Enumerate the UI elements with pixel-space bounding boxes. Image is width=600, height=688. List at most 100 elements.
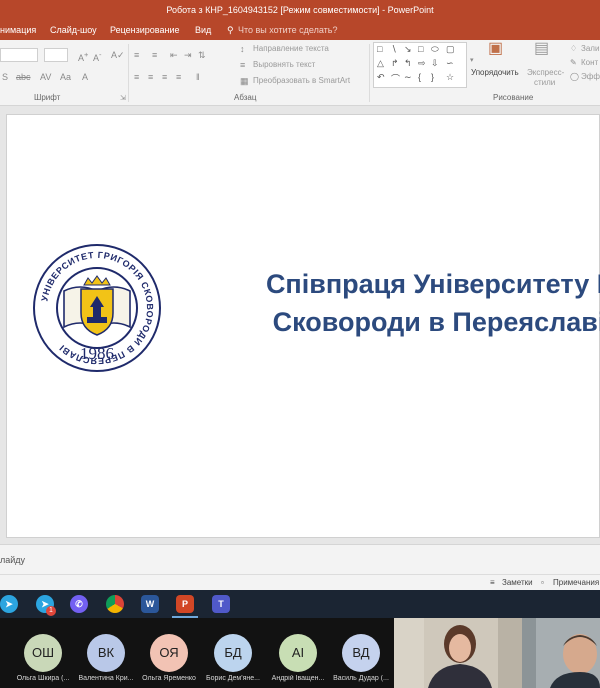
clear-format-icon[interactable]: A✓	[111, 50, 125, 60]
text-direction-button[interactable]: Направление текста	[253, 44, 329, 53]
comments-button[interactable]: Примечания	[553, 578, 599, 587]
align-left-icon[interactable]: ≡	[134, 72, 139, 82]
triangle-shape-icon[interactable]: △	[377, 58, 384, 69]
font-color-icon[interactable]: A	[82, 72, 88, 82]
lightbulb-icon: ⚲	[227, 25, 234, 35]
font-grow-icon[interactable]: A+	[78, 50, 88, 63]
participant-name: Андрій Іващен...	[271, 675, 325, 682]
quick-styles-icon[interactable]: ▤	[534, 41, 549, 57]
participant-name: Валентина Кри...	[78, 675, 134, 682]
line-spacing-icon[interactable]: ⇅	[198, 50, 206, 60]
telegram-icon[interactable]: ➤	[0, 595, 18, 613]
participant-video[interactable]	[522, 618, 600, 688]
teams-icon[interactable]: T	[212, 595, 230, 613]
windows-taskbar: ➤ ➤ 1 ✆ W P T	[0, 590, 600, 618]
notes-pane[interactable]: лайду	[0, 544, 600, 574]
notes-toggle-button[interactable]: Заметки	[502, 578, 533, 587]
participant-tile[interactable]: ВК Валентина Кри...	[75, 618, 137, 688]
window-title: Робота з КНР_1604943152 [Режим совместим…	[0, 0, 600, 20]
arrange-button[interactable]: Упорядочить	[471, 68, 519, 77]
shapes-gallery[interactable]: □ ∖ ↘ □ ⬭ ▢ △ ↱ ↰ ⇨ ⇩ ∽ ↶ ⌒ ∼ { } ☆	[373, 42, 467, 88]
justify-icon[interactable]: ≡	[176, 72, 181, 82]
align-right-icon[interactable]: ≡	[162, 72, 167, 82]
align-text-button[interactable]: Выровнять текст	[253, 60, 315, 69]
shape-fill-button[interactable]: Зали	[581, 44, 599, 53]
bullets-icon[interactable]: ≡	[134, 50, 139, 60]
outline-icon[interactable]: ✎	[570, 58, 577, 68]
change-case-icon[interactable]: Aa	[60, 72, 71, 82]
font-name-input[interactable]	[0, 48, 38, 62]
smartart-icon[interactable]: ▦	[240, 76, 249, 86]
avatar: АІ	[279, 634, 317, 672]
char-spacing-icon[interactable]: AV	[40, 72, 51, 82]
smartart-button[interactable]: Преобразовать в SmartArt	[253, 76, 350, 85]
logo-year: 1986	[80, 344, 114, 363]
participant-tile[interactable]: ОЯ Ольга Яременко	[138, 618, 200, 688]
status-bar: ≡ Заметки ▫ Примечания	[0, 574, 600, 590]
tab-view[interactable]: Вид	[195, 25, 211, 35]
chrome-icon[interactable]	[106, 595, 124, 613]
rectangle-shape-icon[interactable]: □	[418, 44, 423, 54]
align-center-icon[interactable]: ≡	[148, 72, 153, 82]
comments-icon[interactable]: ▫	[541, 578, 544, 587]
notes-toggle-icon[interactable]: ≡	[490, 578, 495, 587]
tell-me-search[interactable]: Что вы хотите сделать?	[238, 25, 338, 35]
slide-title-line2: Сковороди в Переяславі	[272, 307, 600, 337]
viber-icon[interactable]: ✆	[70, 595, 88, 613]
columns-icon[interactable]: ‖	[196, 72, 200, 82]
arrange-icon[interactable]: ▣	[488, 41, 503, 57]
avatar: ОЯ	[150, 634, 188, 672]
right-arrow-shape-icon[interactable]: ⇨	[418, 58, 426, 69]
effects-icon[interactable]: ◯	[570, 72, 579, 82]
powerpoint-icon[interactable]: P	[176, 595, 194, 613]
strikethrough-icon[interactable]: abc	[16, 72, 31, 82]
right-brace-shape-icon[interactable]: }	[431, 72, 434, 82]
participant-tile[interactable]: АІ Андрій Іващен...	[267, 618, 329, 688]
numbering-icon[interactable]: ≡	[152, 50, 157, 60]
quick-styles-label: стили	[534, 78, 556, 87]
textbox-shape-icon[interactable]: □	[377, 44, 382, 54]
notification-badge: 1	[46, 606, 56, 616]
arrow-shape-icon[interactable]: ↘	[404, 44, 412, 55]
slide-canvas[interactable]: УНІВЕРСИТЕТ ГРИГОРІЯ СКОВОРОДИ В ПЕРЕЯСЛ…	[6, 114, 600, 538]
curve-shape-icon[interactable]: ∼	[404, 72, 412, 83]
arc-shape-icon[interactable]: ⌒	[391, 72, 400, 85]
font-launcher-icon[interactable]: ⇲	[120, 94, 126, 104]
left-brace-shape-icon[interactable]: {	[418, 72, 421, 82]
tab-review[interactable]: Рецензирование	[110, 25, 180, 35]
oval-shape-icon[interactable]: ⬭	[431, 44, 439, 55]
align-text-icon[interactable]: ≡	[240, 60, 245, 70]
freeform-shape-icon[interactable]: ↶	[377, 72, 385, 83]
avatar: БД	[214, 634, 252, 672]
quick-styles-button[interactable]: Экспресс-	[527, 68, 564, 77]
star-shape-icon[interactable]: ☆	[446, 72, 454, 83]
shadow-icon[interactable]: S	[2, 72, 8, 82]
slide-title-line1: Співпраця Університету Г	[265, 269, 600, 299]
tab-slideshow[interactable]: Слайд-шоу	[50, 25, 97, 35]
word-icon[interactable]: W	[141, 595, 159, 613]
participant-tile[interactable]: ВД Василь Дудар (...	[330, 618, 392, 688]
shape-outline-button[interactable]: Конт	[581, 58, 598, 67]
fill-icon[interactable]: ♢	[570, 44, 577, 54]
font-size-input[interactable]	[44, 48, 68, 62]
line-shape-icon[interactable]: ∖	[391, 44, 397, 55]
shape-effects-button[interactable]: Эфф	[581, 72, 600, 81]
curved-connector-icon[interactable]: ↰	[404, 58, 412, 69]
notes-placeholder: лайду	[0, 555, 26, 565]
tab-animation[interactable]: нимация	[0, 25, 36, 35]
participant-tile[interactable]: ОШ Ольга Шкира (...	[12, 618, 74, 688]
font-shrink-icon[interactable]: A-	[93, 50, 102, 63]
text-direction-icon[interactable]: ↕	[240, 44, 245, 54]
rounded-rect-shape-icon[interactable]: ▢	[446, 44, 455, 55]
shapes-more-icon[interactable]: ▾	[470, 56, 474, 66]
slide-workspace: УНІВЕРСИТЕТ ГРИГОРІЯ СКОВОРОДИ В ПЕРЕЯСЛ…	[0, 106, 600, 544]
elbow-connector-icon[interactable]: ↱	[391, 58, 399, 69]
decrease-indent-icon[interactable]: ⇤	[170, 50, 178, 60]
increase-indent-icon[interactable]: ⇥	[184, 50, 192, 60]
wave-shape-icon[interactable]: ∽	[446, 58, 454, 69]
slide-title[interactable]: Співпраця Університету Г Сковороди в Пер…	[239, 265, 600, 341]
down-arrow-shape-icon[interactable]: ⇩	[431, 58, 439, 69]
participant-video[interactable]	[394, 618, 522, 688]
meeting-participants: ... ОШ Ольга Шкира (... ВК Валентина Кри…	[0, 618, 600, 688]
participant-tile[interactable]: БД Борис Дем'яне...	[202, 618, 264, 688]
